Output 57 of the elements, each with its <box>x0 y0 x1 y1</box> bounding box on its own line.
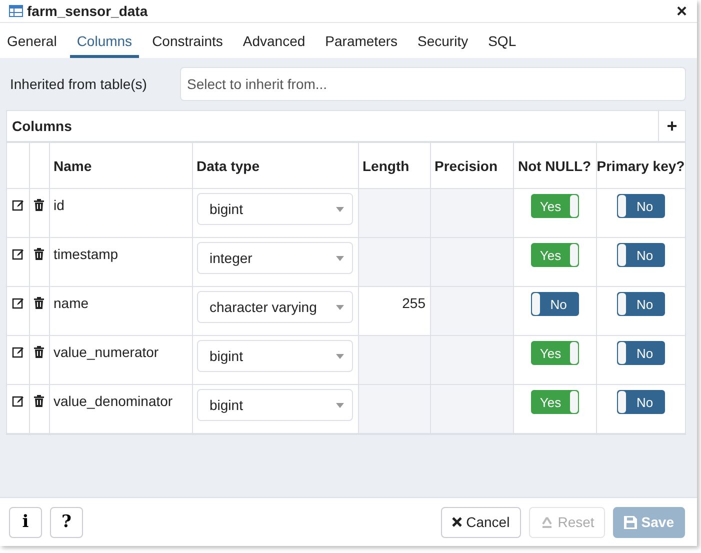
edit-icon[interactable] <box>12 346 24 358</box>
column-header: Name <box>54 158 92 174</box>
trash-icon[interactable] <box>34 346 44 358</box>
length-value: 255 <box>402 295 426 311</box>
close-icon <box>452 517 462 527</box>
window-title: farm_sensor_data <box>27 3 149 19</box>
column-name: id <box>54 197 64 213</box>
toggle-switch[interactable]: No <box>616 390 665 414</box>
column-header: Data type <box>196 158 260 174</box>
caret-icon <box>336 354 344 358</box>
caret-icon <box>336 256 344 260</box>
tab[interactable]: Security <box>410 23 476 58</box>
data-type-select[interactable]: character varying <box>196 291 352 323</box>
close-button[interactable]: × <box>676 0 687 22</box>
column-name: timestamp <box>54 246 118 262</box>
tab[interactable]: Columns <box>70 23 140 58</box>
column-name: name <box>54 295 89 311</box>
caret-icon <box>336 304 344 310</box>
edit-icon[interactable] <box>12 199 24 211</box>
column-name: value_numerator <box>54 344 159 360</box>
help-button[interactable]: ? <box>50 506 83 538</box>
toggle-switch[interactable]: No <box>616 341 665 365</box>
field-label: Inherited from table(s) <box>9 76 148 92</box>
data-type-select[interactable]: bigint <box>196 193 352 225</box>
add-button[interactable]: + <box>658 111 685 141</box>
tab[interactable]: Constraints <box>145 23 230 58</box>
column-header: Primary key? <box>596 158 685 174</box>
trash-icon[interactable] <box>34 297 44 309</box>
caret-icon <box>336 402 344 408</box>
inherit-select[interactable]: Select to inherit from... <box>180 67 686 101</box>
toggle-switch[interactable]: No <box>616 194 665 218</box>
tab[interactable]: Parameters <box>318 23 405 58</box>
data-type-select[interactable]: bigint <box>196 389 352 421</box>
trash-icon[interactable] <box>34 395 44 407</box>
toggle-switch[interactable]: No <box>616 292 665 316</box>
data-type-select[interactable]: integer <box>196 242 352 274</box>
data-type-select[interactable]: bigint <box>196 340 352 372</box>
trash-icon[interactable] <box>34 248 44 260</box>
panel-title: Columns <box>11 118 73 134</box>
tab[interactable]: General <box>0 23 64 58</box>
trash-icon[interactable] <box>34 199 44 211</box>
toggle-switch[interactable]: No <box>616 243 665 267</box>
cancel-button[interactable]: Cancel <box>441 506 521 538</box>
edit-icon[interactable] <box>12 248 24 260</box>
info-button[interactable]: i <box>9 506 42 538</box>
caret-icon <box>336 206 344 212</box>
tab[interactable]: SQL <box>481 23 524 58</box>
floppy-icon <box>624 516 638 528</box>
column-header: Not NULL? <box>518 158 592 174</box>
column-name: value_denominator <box>54 393 173 409</box>
table-icon <box>9 5 23 17</box>
column-header: Precision <box>434 158 498 174</box>
toggle-switch[interactable]: No <box>530 292 578 316</box>
column-header: Length <box>362 158 410 174</box>
tab[interactable]: Advanced <box>236 23 312 58</box>
edit-icon[interactable] <box>12 297 24 309</box>
edit-icon[interactable] <box>12 395 24 407</box>
